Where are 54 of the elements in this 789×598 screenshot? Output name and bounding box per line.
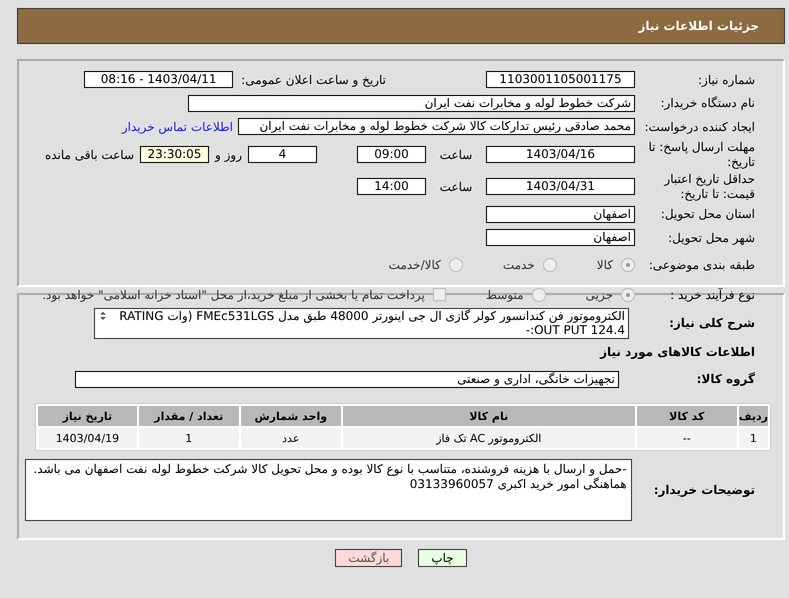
table-cell: -- (636, 428, 737, 448)
radio-button[interactable] (621, 288, 635, 302)
page-title: جزئیات اطلاعات نیاز (638, 19, 759, 33)
checkbox[interactable] (432, 288, 446, 301)
checkbox-label: پرداخت تمام یا بخشی از مبلغ خرید،از محل "اسناد خزانه اسلامی" خواهد بود. (42, 288, 425, 302)
table-cell: عدد (240, 428, 341, 448)
column-header: ردیف (738, 406, 768, 426)
days-field: 4 (248, 146, 317, 163)
column-header: تاریخ نیاز (38, 406, 137, 426)
countdown-field: 23:30:05 (140, 146, 209, 163)
field-label: استان محل تحویل: (660, 207, 755, 222)
field-label: نوع فرآیند خرید : (669, 288, 755, 302)
radio-button[interactable] (621, 258, 635, 272)
field-label: گروه کالا: (696, 372, 755, 386)
field-label: ایجاد کننده درخواست: (643, 120, 755, 134)
radio-label: جزیی (586, 288, 613, 302)
column-header: تعداد / مقدار (138, 406, 239, 426)
radio-button[interactable] (542, 258, 557, 272)
field-label: تاریخ و ساعت اعلان عمومی: (241, 72, 386, 87)
field-label: طبقه بندی موضوعی: (648, 258, 755, 272)
field-label: توضیحات خریدار: (652, 483, 755, 497)
radio-label: کالا/خدمت (388, 258, 441, 272)
table-cell: الکتروموتور AC تک فاز (342, 428, 635, 448)
description-text: الکتروموتور فن کندانسور کولر گازی ال جی اینورتر 48000 طبق مدل FMEc531LGS (وات RATING OUT PUT 124.4:- (118, 308, 625, 336)
time-field: 09:00 (357, 146, 426, 163)
column-header: نام کالا (342, 406, 635, 426)
radio-label: کالا (596, 258, 613, 272)
table-cell: 1 (738, 428, 768, 448)
field-label: ساعت (438, 180, 474, 194)
column-header: کد کالا (636, 406, 737, 426)
date-field: 1403/04/31 (486, 178, 635, 195)
field-label: حداقل تاریخ اعتبار قیمت: تا تاریخ: (662, 172, 755, 202)
field-label: نام دستگاه خریدار: (660, 96, 755, 110)
back-button[interactable]: بازگشت (335, 549, 402, 567)
print-button[interactable]: چاپ (418, 549, 467, 567)
radio-button[interactable] (532, 288, 546, 302)
radio-label: متوسط (486, 288, 524, 302)
field-label: ساعت باقی مانده (44, 148, 134, 162)
field-label: شماره نیاز: (697, 72, 755, 87)
radio-label: خدمت (502, 258, 535, 272)
notes-box: -حمل و ارسال با هزینه فروشنده، متناسب با نوع کالا بوده و محل تحویل کالا شرکت خطوط لوله نفت اصفهان می باشد. هماهنگی امور خرید اکبری 03133960057 (25, 459, 632, 521)
radio-button[interactable] (448, 258, 463, 272)
field-label: مهلت ارسال پاسخ: تا تاریخ: (647, 140, 755, 170)
table-cell: 1403/04/19 (38, 428, 137, 448)
field-label: شرح کلی نیاز: (668, 316, 755, 330)
contact-link[interactable]: اطلاعات تماس خریدار (122, 120, 233, 134)
time-field: 14:00 (357, 178, 426, 195)
field-label: ساعت (438, 148, 474, 162)
field-label: روز و (215, 148, 242, 162)
table-cell: 1 (138, 428, 239, 448)
section-heading: اطلاعات کالاهای مورد نیاز (598, 345, 755, 359)
field-label: شهر محل تحویل: (667, 230, 755, 245)
date-field: 1403/04/16 (486, 146, 635, 163)
column-header: واحد شمارش (240, 406, 341, 426)
